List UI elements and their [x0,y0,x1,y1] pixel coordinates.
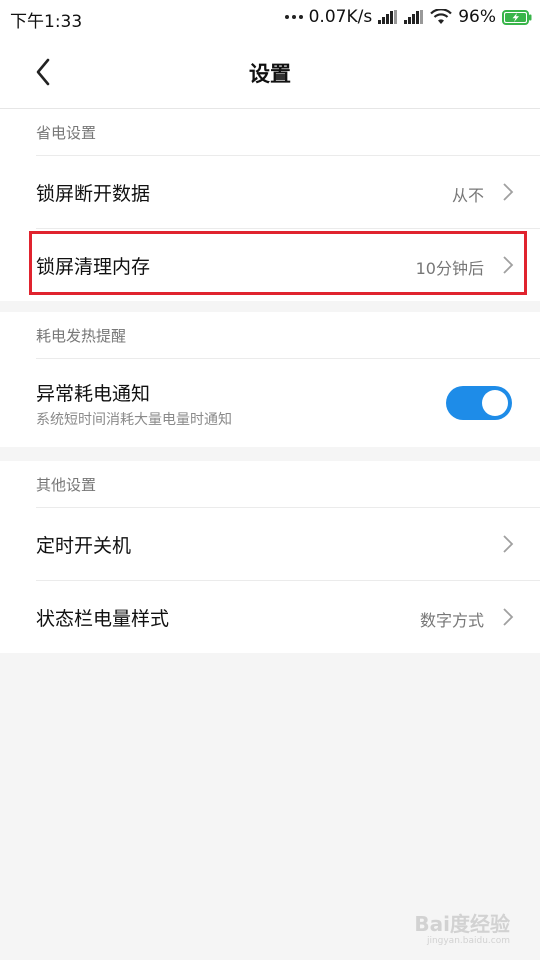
section-header-label: 耗电发热提醒 [36,327,127,345]
row-title: 异常耗电通知 [36,383,151,405]
row-title: 状态栏电量样式 [36,608,170,630]
chevron-right-icon [503,183,514,201]
baidu-watermark: Bai度经验 jingyan.baidu.com [414,914,510,946]
row-subtitle: 系统短时间消耗大量电量时通知 [36,412,232,428]
signal-icon-2 [404,10,424,24]
section-power-saving: 省电设置 锁屏断开数据 从不 锁屏清理内存 10分钟后 [0,109,540,301]
battery-percent: 96% [458,7,496,27]
row-title: 锁屏断开数据 [36,183,151,205]
section-header: 省电设置 [0,109,540,155]
section-header: 其他设置 [0,461,540,507]
battery-charging-icon [502,9,532,25]
status-bar: 下午1:33 0.07K/s 96% [0,0,540,36]
row-value: 10分钟后 [415,259,484,278]
section-other-settings: 其他设置 定时开关机 状态栏电量样式 数字方式 [0,461,540,653]
toggle-knob [482,390,508,416]
watermark-sub: jingyan.baidu.com [426,936,510,946]
section-header-label: 省电设置 [36,124,97,142]
row-lock-screen-disconnect-data[interactable]: 锁屏断开数据 从不 [36,155,540,228]
row-scheduled-power[interactable]: 定时开关机 [36,507,540,580]
abnormal-power-toggle[interactable] [446,386,512,420]
title-bar: 设置 [0,36,540,109]
page-title: 设置 [249,62,291,86]
network-speed: 0.07K/s [308,7,373,27]
wifi-icon [430,9,452,24]
section-header-label: 其他设置 [36,476,97,494]
section-power-heat-alert: 耗电发热提醒 异常耗电通知 系统短时间消耗大量电量时通知 [0,312,540,447]
signal-icon [378,10,398,24]
more-dots-icon [284,15,303,19]
row-status-bar-battery-style[interactable]: 状态栏电量样式 数字方式 [36,580,540,653]
chevron-right-icon [503,608,514,626]
chevron-right-icon [503,256,514,274]
chevron-right-icon [503,535,514,553]
row-value: 数字方式 [419,611,484,630]
row-title: 锁屏清理内存 [36,256,151,278]
row-abnormal-power-notification: 异常耗电通知 系统短时间消耗大量电量时通知 [36,358,540,447]
row-value: 从不 [451,186,484,205]
row-lock-screen-clear-memory[interactable]: 锁屏清理内存 10分钟后 [36,228,540,301]
row-title: 定时开关机 [36,535,132,557]
section-header: 耗电发热提醒 [0,312,540,358]
status-time: 下午1:33 [10,12,83,32]
watermark-text: Bai度经验 [414,912,510,936]
